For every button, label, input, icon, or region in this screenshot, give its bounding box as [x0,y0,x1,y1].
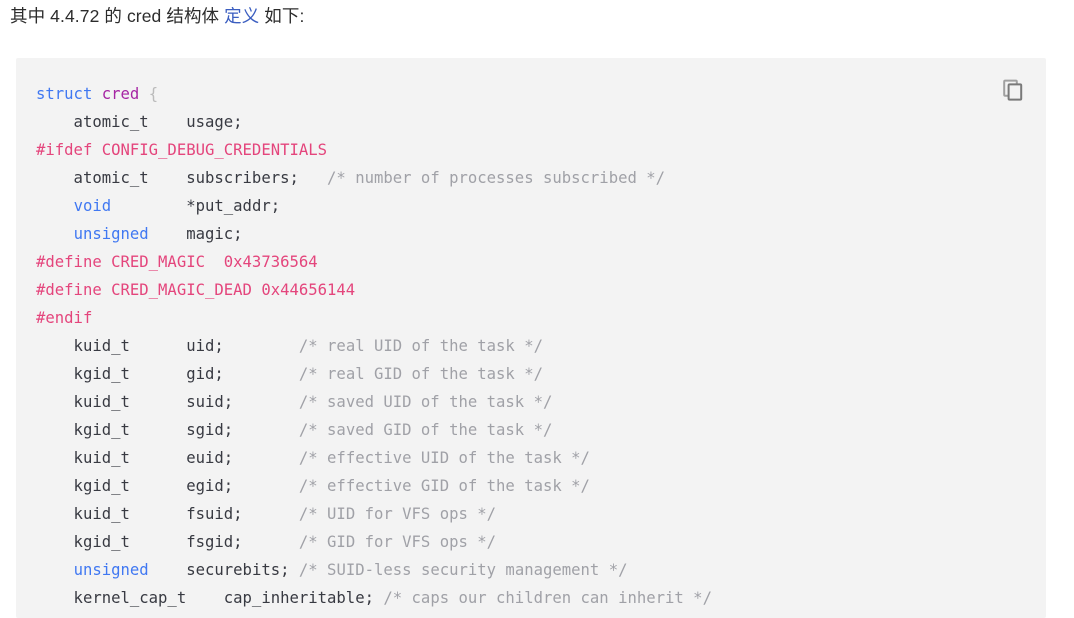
code-line: kuid_t suid; /* saved UID of the task */ [36,393,553,411]
code-token-plain: kuid_t euid; [36,449,299,467]
code-token-comment: /* real GID of the task */ [298,365,543,383]
intro-paragraph: 其中 4.4.72 的 cred 结构体 定义 如下: [10,2,304,30]
code-line: #define CRED_MAGIC 0x43736564 [36,253,318,271]
code-line: #define CRED_MAGIC_DEAD 0x44656144 [36,281,355,299]
page-root: 其中 4.4.72 的 cred 结构体 定义 如下: struct cred … [0,0,1074,618]
code-token-kw: struct [36,85,93,103]
code-token-pre: #define CRED_MAGIC_DEAD 0x44656144 [36,281,356,299]
code-token-plain: atomic_t subscribers; [36,169,328,187]
code-token-kw: void [73,197,112,215]
code-token-pre: #endif [36,309,93,327]
code-token-comment: /* GID for VFS ops */ [298,533,497,551]
code-token-kw: unsigned [73,225,149,243]
code-token-plain: kgid_t fsgid; [36,533,299,551]
code-token-plain: securebits; [148,561,299,579]
code-token-comment: /* saved UID of the task */ [298,393,553,411]
code-line: kgid_t sgid; /* saved GID of the task */ [36,421,553,439]
code-token-plain: *put_addr; [111,197,281,215]
definition-link[interactable]: 定义 [224,6,259,26]
code-content: struct cred { atomic_t usage; #ifdef CON… [36,80,1046,618]
code-line: kgid_t egid; /* effective GID of the tas… [36,477,590,495]
code-token-comment: /* saved GID of the task */ [298,421,553,439]
code-token-kw: unsigned [73,561,149,579]
code-token-type: cred [101,85,140,103]
code-token-plain: kuid_t suid; [36,393,299,411]
code-token-pre: #ifdef CONFIG_DEBUG_CREDENTIALS [36,141,328,159]
code-token-plain: atomic_t usage; [36,113,243,131]
code-block[interactable]: struct cred { atomic_t usage; #ifdef CON… [16,58,1046,618]
code-line: unsigned securebits; /* SUID-less securi… [36,561,628,579]
code-line: kuid_t fsuid; /* UID for VFS ops */ [36,505,496,523]
code-line: kgid_t gid; /* real GID of the task */ [36,365,543,383]
code-line: atomic_t usage; [36,113,243,131]
code-line: #endif [36,309,92,327]
code-token-comment: /* caps our children can inherit */ [383,589,712,607]
code-token-comment: /* effective UID of the task */ [298,449,590,467]
code-token-plain: kgid_t egid; [36,477,299,495]
code-token-plain: kuid_t fsuid; [36,505,299,523]
code-token-plain: kernel_cap_t cap_inheritable; [36,589,384,607]
code-line: void *put_addr; [36,197,281,215]
code-token-comment: /* SUID-less security management */ [298,561,628,579]
code-token-comment: /* UID for VFS ops */ [298,505,497,523]
code-token-comment: /* number of processes subscribed */ [327,169,666,187]
code-token-plain: kgid_t gid; [36,365,299,383]
paragraph-suffix: 如下: [259,6,305,26]
code-line: kuid_t euid; /* effective UID of the tas… [36,449,590,467]
code-token-pre: #define CRED_MAGIC 0x43736564 [36,253,318,271]
code-scroll-area[interactable]: struct cred { atomic_t usage; #ifdef CON… [16,58,1046,618]
code-line: atomic_t subscribers; /* number of proce… [36,169,665,187]
copy-icon[interactable] [1001,78,1025,102]
code-token-comment: /* real UID of the task */ [298,337,543,355]
code-token-plain: magic; [148,225,243,243]
code-line: kernel_cap_t cap_inheritable; /* caps ou… [36,589,712,607]
code-token-punct: { [148,85,159,103]
code-line: kuid_t uid; /* real UID of the task */ [36,337,543,355]
code-line: unsigned magic; [36,225,243,243]
paragraph-prefix: 其中 4.4.72 的 cred 结构体 [10,6,225,26]
code-token-comment: /* effective GID of the task */ [298,477,590,495]
code-token-plain: kuid_t uid; [36,337,299,355]
code-token-plain: kgid_t sgid; [36,421,299,439]
code-line: #ifdef CONFIG_DEBUG_CREDENTIALS [36,141,327,159]
code-line: kgid_t fsgid; /* GID for VFS ops */ [36,533,496,551]
code-line: struct cred { [36,85,158,103]
